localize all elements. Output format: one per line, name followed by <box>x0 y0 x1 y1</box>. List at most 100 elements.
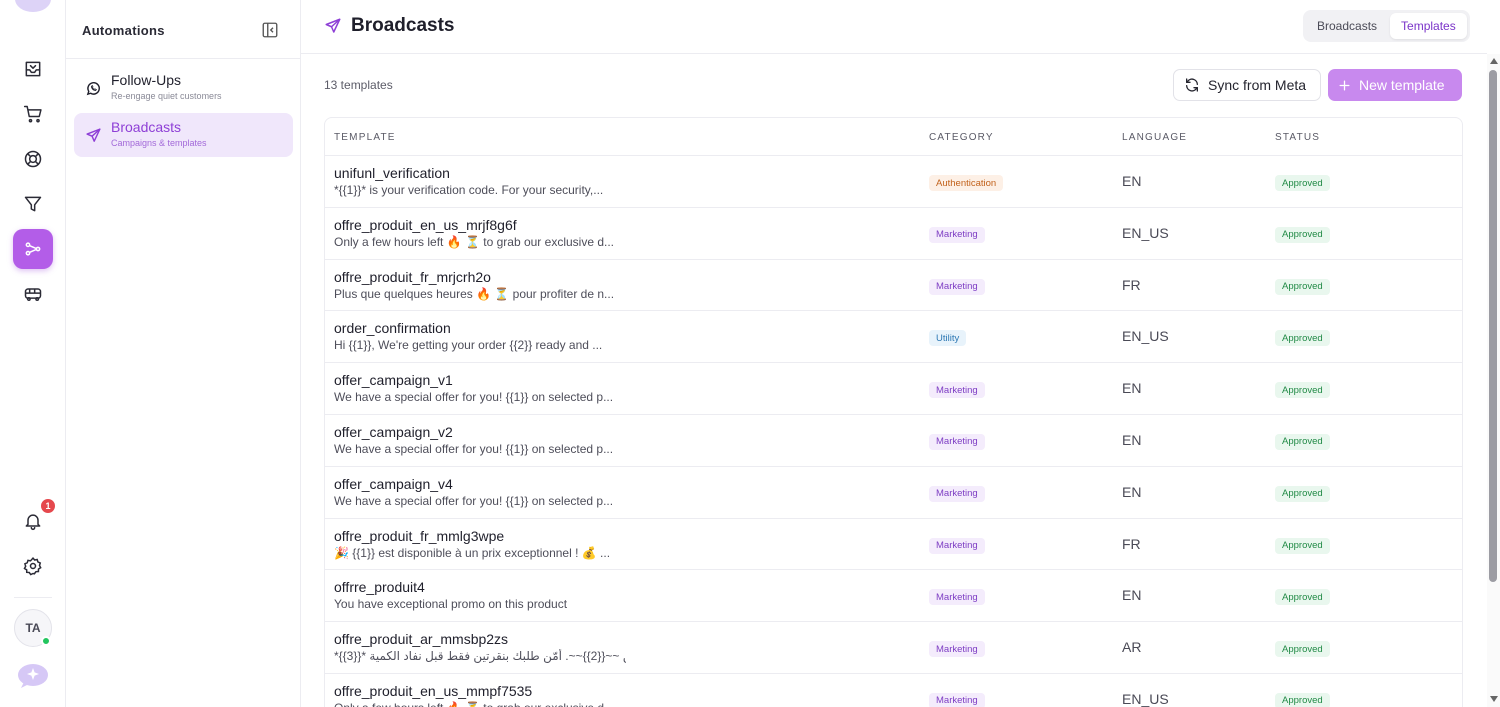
category-badge: Marketing <box>929 692 985 707</box>
automations-sidebar: Automations Follow-Ups Re-engage quiet c… <box>66 0 301 707</box>
gear-icon[interactable] <box>13 546 53 586</box>
template-name: offer_campaign_v2 <box>334 423 453 440</box>
refresh-icon <box>1186 78 1198 92</box>
scroll-down-arrow[interactable] <box>1490 696 1498 702</box>
filter-icon[interactable] <box>13 184 53 224</box>
column-header-template: TEMPLATE <box>334 132 396 143</box>
category-badge: Marketing <box>929 433 985 450</box>
column-header-status: STATUS <box>1275 132 1321 143</box>
category-badge: Authentication <box>929 175 1004 191</box>
bus-icon[interactable] <box>13 274 53 314</box>
inbox-icon[interactable] <box>13 49 53 89</box>
template-preview: 🎉 {{1}} est disponible à un prix excepti… <box>334 545 611 560</box>
templates-count: 13 templates <box>324 78 393 92</box>
language-code: FR <box>1122 535 1141 552</box>
template-preview: *{{1}}* is your verification code. For y… <box>334 183 604 197</box>
sync-from-meta-button[interactable]: Sync from Meta <box>1173 69 1321 101</box>
app-window: 1 TA Automations Follow-Ups Re-engage qu… <box>0 0 1500 707</box>
category-badge: Marketing <box>929 382 985 399</box>
collapse-sidebar-icon[interactable] <box>261 21 279 39</box>
template-preview: We have a special offer for you! {{1}} o… <box>334 493 614 508</box>
sidebar-title: Automations <box>82 23 165 38</box>
templates-table: TEMPLATE CATEGORY LANGUAGE STATUS unifun… <box>324 117 1463 707</box>
brand-logo[interactable] <box>15 0 51 12</box>
language-code: EN <box>1122 431 1142 448</box>
icon-rail: 1 TA <box>0 0 66 707</box>
table-row[interactable]: offre_produit_en_us_mrjf8g6f Only a few h… <box>325 208 1462 260</box>
language-code: EN <box>1122 483 1142 500</box>
status-badge: Approved <box>1275 175 1330 191</box>
page-title: Broadcasts <box>351 15 455 36</box>
new-template-button[interactable]: New template <box>1328 69 1462 101</box>
language-code: EN <box>1122 587 1142 604</box>
table-header: TEMPLATE CATEGORY LANGUAGE STATUS <box>325 118 1462 156</box>
table-row[interactable]: offrre_produit4 You have exceptional prom… <box>325 570 1462 623</box>
sidebar-item-broadcasts[interactable]: Broadcasts Campaigns & templates <box>74 113 293 157</box>
template-name: offre_produit_en_us_mmpf7535 <box>334 682 533 699</box>
cart-icon[interactable] <box>13 94 53 134</box>
whatsapp-icon <box>86 82 100 96</box>
template-preview: Plus que quelques heures 🔥 ⏳ pour profit… <box>334 286 615 301</box>
template-name: offre_produit_fr_mmlg3wpe <box>334 527 505 544</box>
column-header-language: LANGUAGE <box>1122 132 1188 143</box>
table-row[interactable]: unifunl_verification *{{1}}* is your veri… <box>325 156 1462 208</box>
category-badge: Utility <box>929 330 967 347</box>
template-preview: *{{3}}* بدلاً من ~~{{2}}~~. أمّن طلبك بن… <box>334 649 626 664</box>
scroll-up-arrow[interactable] <box>1490 58 1498 64</box>
table-row[interactable]: offer_campaign_v1 We have a special offer… <box>325 363 1462 415</box>
plus-icon <box>1339 80 1350 90</box>
status-badge: Approved <box>1275 433 1330 450</box>
scrollbar-thumb[interactable] <box>1489 70 1497 582</box>
sync-button-label: Sync from Meta <box>1208 77 1307 93</box>
online-status-dot <box>41 636 51 646</box>
sidebar-item-label: Broadcasts <box>111 119 182 135</box>
template-name: offer_campaign_v1 <box>334 372 453 389</box>
rail-divider <box>14 597 52 598</box>
send-icon <box>325 18 341 33</box>
tab-templates[interactable]: Templates <box>1390 13 1467 39</box>
table-row[interactable]: offre_produit_en_us_mmpf7535 Only a few h… <box>325 674 1462 707</box>
status-badge: Approved <box>1275 589 1330 606</box>
status-badge: Approved <box>1275 537 1330 554</box>
category-badge: Marketing <box>929 537 985 554</box>
send-icon <box>86 128 101 142</box>
status-badge: Approved <box>1275 226 1330 243</box>
table-row[interactable]: offer_campaign_v4 We have a special offer… <box>325 467 1462 519</box>
sidebar-item-sublabel: Campaigns & templates <box>111 138 207 148</box>
template-name: offre_produit_en_us_mrjf8g6f <box>334 216 517 233</box>
status-badge: Approved <box>1275 382 1330 399</box>
template-preview: You have exceptional promo on this produ… <box>334 597 568 612</box>
template-preview: We have a special offer for you! {{1}} o… <box>334 441 614 456</box>
table-row[interactable]: order_confirmation Hi {{1}}, We're gettin… <box>325 311 1462 364</box>
table-row[interactable]: offre_produit_fr_mmlg3wpe 🎉 {{1}} est dis… <box>325 519 1462 571</box>
sidebar-item-follow-ups[interactable]: Follow-Ups Re-engage quiet customers <box>74 66 293 110</box>
table-row[interactable]: offre_produit_fr_mrjcrh2o Plus que quelqu… <box>325 260 1462 312</box>
template-name: unifunl_verification <box>334 165 450 181</box>
language-code: EN <box>1122 173 1142 189</box>
template-name: offrre_produit4 <box>334 579 425 596</box>
template-name: offre_produit_ar_mmsbp2zs <box>334 631 509 648</box>
column-header-category: CATEGORY <box>929 132 994 143</box>
support-icon[interactable] <box>13 139 53 179</box>
sidebar-item-label: Follow-Ups <box>111 72 182 88</box>
status-badge: Approved <box>1275 485 1330 502</box>
category-badge: Marketing <box>929 226 985 243</box>
automation-icon[interactable] <box>13 229 53 269</box>
language-code: EN_US <box>1122 690 1169 707</box>
sidebar-header: Automations <box>66 0 300 59</box>
template-name: offer_campaign_v4 <box>334 475 453 492</box>
table-row[interactable]: offer_campaign_v2 We have a special offer… <box>325 415 1462 467</box>
table-body: unifunl_verification *{{1}}* is your veri… <box>325 156 1462 707</box>
template-preview: Hi {{1}}, We're getting your order {{2}}… <box>334 338 603 353</box>
chat-icon[interactable] <box>16 662 50 690</box>
category-badge: Marketing <box>929 641 985 658</box>
table-row[interactable]: offre_produit_ar_mmsbp2zs*{{3}}* بدلاً م… <box>325 622 1462 674</box>
language-code: EN <box>1122 380 1142 397</box>
template-preview: We have a special offer for you! {{1}} o… <box>334 390 614 405</box>
template-preview: Only a few hours left 🔥 ⏳ to grab our ex… <box>334 234 615 249</box>
language-code: AR <box>1122 639 1142 656</box>
language-code: FR <box>1122 276 1141 293</box>
language-code: EN_US <box>1122 224 1169 241</box>
category-badge: Marketing <box>929 485 985 502</box>
tab-broadcasts[interactable]: Broadcasts <box>1306 13 1388 39</box>
